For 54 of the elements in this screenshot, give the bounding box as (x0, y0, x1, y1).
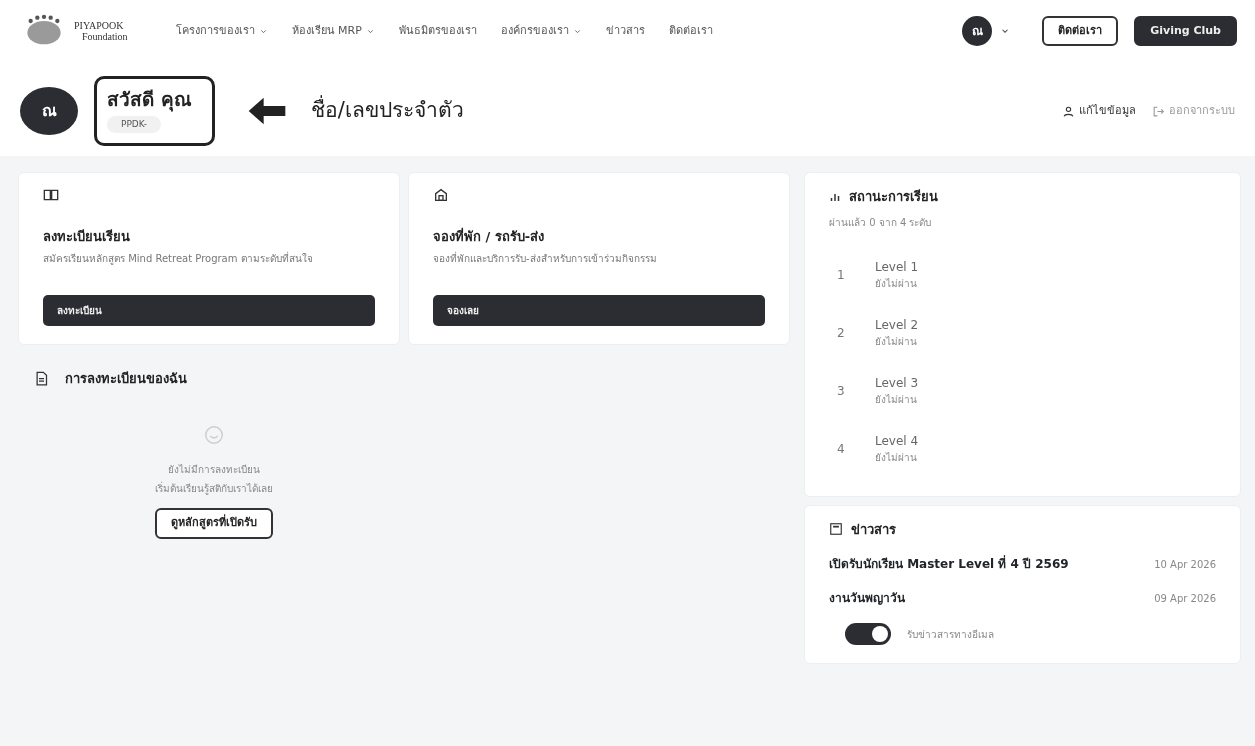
level-status: ยังไม่ผ่าน (875, 451, 918, 465)
book-icon (43, 187, 59, 203)
level-name: Level 2 (875, 317, 919, 334)
action-button[interactable]: ลงทะเบียน (43, 294, 375, 326)
member-id: PPDK- (107, 115, 161, 133)
toggle-label: รับข่าวสารทางอีเมล (907, 627, 994, 642)
empty-message: ยังไม่มีการลงทะเบียน (168, 463, 260, 477)
nav-dropdown[interactable]: ห้องเรียน MRP (291, 22, 362, 40)
card-description: จองที่พักและบริการรับ-ส่งสำหรับการเข้าร่วมกิจกรรม (433, 250, 658, 266)
profile-avatar: ณ (20, 87, 78, 135)
news-title: ข่าวสาร (851, 520, 896, 539)
card-title: จองที่พัก / รถรับ-ส่ง (433, 227, 546, 246)
section-title: การลงทะเบียนของฉัน (65, 369, 187, 388)
card-description: สมัครเรียนหลักสูตร Mind Retreat Program ตามระดับที่สนใจ (43, 250, 314, 267)
level-name: Level 3 (875, 375, 919, 392)
news-link[interactable]: เปิดรับนักเรียน Master Level ที่ 4 ปี 2569 (829, 555, 1069, 573)
news-link[interactable]: งานวันพญาวัน (829, 589, 905, 607)
level-number: 3 (836, 382, 846, 400)
person-icon (1062, 104, 1075, 118)
brand-tagline: Foundation (81, 31, 128, 42)
greeting: สวัสดี คุณ (107, 87, 192, 114)
card-title: ลงทะเบียนเรียน (43, 228, 131, 246)
news-date: 09 Apr 2026 (1154, 591, 1216, 606)
nav-link[interactable]: ข่าวสาร (605, 22, 645, 40)
level-status: ยังไม่ผ่าน (875, 277, 918, 291)
nav-link[interactable]: พันธมิตรของเรา (398, 22, 477, 40)
level-status: ยังไม่ผ่าน (875, 335, 918, 349)
user-avatar[interactable]: ณ (962, 16, 993, 46)
nav-link[interactable]: ติดต่อเรา (668, 22, 713, 40)
smiley-icon (203, 424, 225, 446)
contact-button[interactable]: ติดต่อเรา (1042, 15, 1119, 47)
status-title: สถานะการเรียน (849, 188, 938, 206)
news-date: 10 Apr 2026 (1154, 557, 1216, 572)
level-name: Level 4 (875, 433, 919, 450)
annotation-label: ชื่อ/เลขประจำตัว (310, 95, 464, 127)
status-summary: ผ่านแล้ว 0 จาก 4 ระดับ (829, 215, 933, 230)
brand-name: PIYAPOOK (74, 20, 125, 31)
newspaper-icon (829, 522, 843, 537)
giving-club-button[interactable]: Giving Club (1134, 15, 1237, 47)
level-number: 1 (836, 266, 846, 284)
level-number: 2 (836, 324, 846, 342)
nav-dropdown[interactable]: องค์กรของเรา (500, 22, 569, 40)
level-name: Level 1 (875, 259, 919, 276)
action-button[interactable]: จองเลย (433, 294, 765, 326)
toggle-switch[interactable] (845, 623, 891, 645)
level-number: 4 (836, 440, 846, 458)
nav-dropdown[interactable]: โครงการของเรา (175, 22, 255, 40)
empty-message: เริ่มต้นเรียนรู้สติกับเราได้เลย (155, 481, 273, 496)
logout-icon (1152, 104, 1165, 118)
document-icon (34, 370, 49, 386)
house-icon (433, 187, 449, 203)
edit-profile-link[interactable]: แก้ไขข้อมูล (1079, 102, 1136, 120)
browse-courses-button[interactable]: ดูหลักสูตรที่เปิดรับ (155, 508, 273, 539)
level-status: ยังไม่ผ่าน (875, 393, 918, 407)
